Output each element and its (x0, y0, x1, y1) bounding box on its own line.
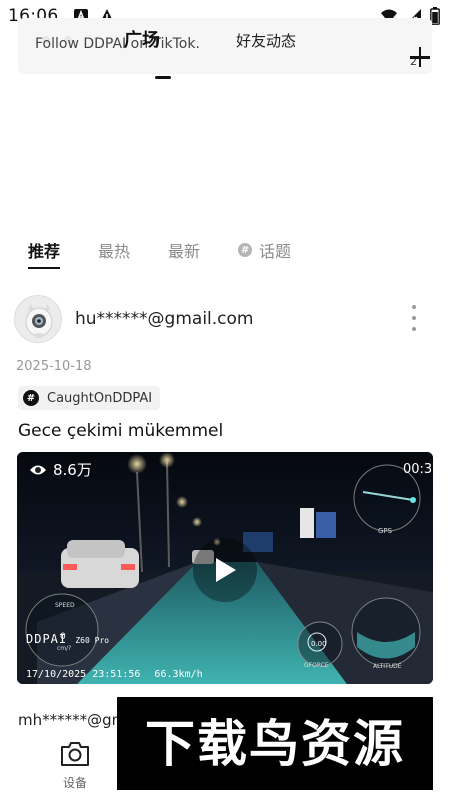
hud-speed-readout: 66.3km/h (154, 669, 203, 680)
avatar[interactable] (14, 295, 62, 343)
filter-tab-label: 话题 (259, 242, 292, 261)
svg-text:下载鸟资源: 下载鸟资源 (145, 715, 405, 773)
nav-device-label: 设备 (62, 776, 87, 790)
hud-model: Z60 Pro (75, 636, 110, 645)
tab-friends-feed[interactable]: 好友动态 (236, 30, 296, 51)
nav-device[interactable]: 设备 (55, 740, 95, 796)
view-count: 8.6万 (29, 459, 92, 480)
dot (412, 305, 416, 309)
filter-tab-label: 推荐 (28, 242, 61, 261)
watermark-logo: 下载鸟资源 (145, 715, 405, 773)
filter-tab-label: 最新 (168, 242, 201, 261)
tab-square-underline (155, 76, 171, 79)
hud-brand-name: DDPAI (26, 632, 68, 646)
tab-square[interactable]: 广场 (124, 26, 160, 52)
hud-speed-unit: cm/? (57, 645, 72, 652)
hud-gps-label: GPS (378, 527, 393, 535)
filter-tab-topics[interactable]: # 话题 (238, 238, 291, 262)
filter-tab-label: 最热 (98, 242, 131, 261)
filter-tabs: 推荐 最热 最新 # 话题 (28, 236, 329, 269)
hash-icon: # (238, 243, 253, 257)
dot (412, 316, 416, 320)
add-post-button[interactable] (408, 45, 432, 69)
more-options-icon[interactable] (408, 305, 420, 331)
filter-tab-latest[interactable]: 最新 (168, 238, 200, 262)
top-banner[interactable]: Follow DDPAI on TikTok. (18, 18, 432, 74)
camera-icon (61, 742, 89, 766)
video-player[interactable]: 8.6万 00:30 GPS SPEED 0 cm/? 0.00 GFORCE … (17, 452, 433, 684)
eye-icon (30, 465, 46, 474)
filter-tab-hot[interactable]: 最热 (98, 238, 130, 262)
hud-speed-label: SPEED (55, 602, 75, 609)
play-button[interactable] (193, 538, 257, 602)
play-icon (216, 558, 236, 582)
post-username[interactable]: hu******@gmail.com (75, 309, 253, 329)
plus-icon-vertical (418, 47, 421, 67)
topic-chip-label: CaughtOnDDPAI (47, 390, 153, 406)
hud-brand: DDPAI Z60 Pro (26, 632, 109, 646)
banner-text: Follow DDPAI on TikTok. (35, 36, 200, 52)
post-date: 2025-10-18 (16, 359, 92, 374)
hud-altitude-label: ALTITUDE (373, 663, 402, 670)
robot-avatar-icon (15, 296, 61, 342)
view-count-value: 8.6万 (53, 461, 92, 479)
filter-tab-recommended[interactable]: 推荐 (28, 238, 61, 269)
dot (412, 327, 416, 331)
video-duration: 00:30 (403, 462, 433, 477)
hud-gforce-label: GFORCE (304, 662, 329, 669)
hud-datetime: 17/10/2025 23:51:56 (26, 669, 141, 680)
hud-timestamp: 17/10/2025 23:51:56 66.3km/h (26, 669, 203, 680)
topic-chip[interactable]: # CaughtOnDDPAI (18, 386, 161, 410)
watermark: 下载鸟资源 (117, 697, 433, 790)
hash-icon: # (23, 390, 39, 406)
post-caption: Gece çekimi mükemmel (18, 421, 224, 441)
hud-gforce-value: 0.00 (311, 640, 327, 648)
next-post-username[interactable]: mh******@gm (18, 711, 126, 729)
